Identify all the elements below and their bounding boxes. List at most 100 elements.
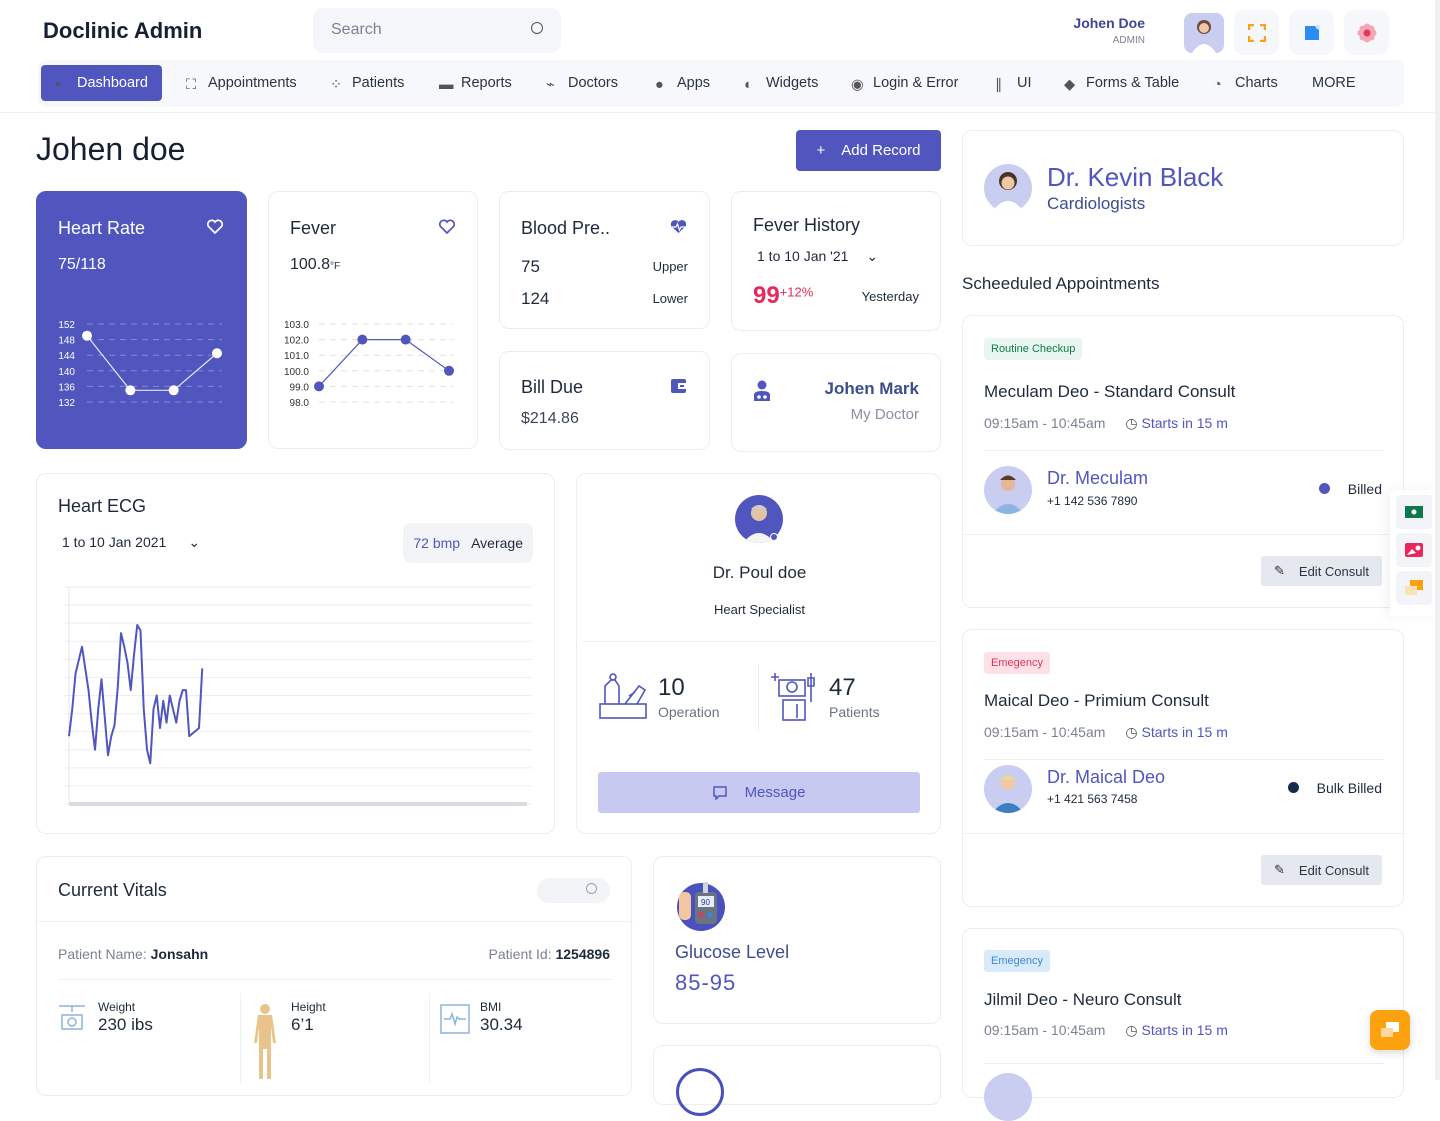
clock-icon: ◷ — [1125, 1022, 1138, 1038]
gallery-button[interactable] — [1396, 533, 1432, 567]
doctor-name[interactable]: Dr. Kevin Black — [1047, 162, 1223, 193]
nav-doctors[interactable]: ⌁ Doctors — [532, 65, 632, 101]
patients-icon: ⁘ — [330, 77, 343, 93]
my-doctor-card[interactable]: Johen Mark My Doctor — [731, 353, 941, 452]
nav-more[interactable]: MORE — [1298, 65, 1370, 101]
doctor-avatar — [984, 765, 1032, 813]
doctor-role: Cardiologists — [1047, 194, 1146, 213]
nav-reports[interactable]: ▬ Reports — [425, 65, 526, 101]
ecg-chart — [65, 586, 532, 806]
glucose-card: 90 Glucose Level 85-95 — [653, 856, 941, 1024]
doctor-icon — [754, 380, 770, 401]
my-doctor-label: My Doctor — [850, 406, 919, 423]
nav-dashboard[interactable]: ▪ Dashboard — [41, 65, 162, 101]
page-title: Johen doe — [36, 131, 186, 167]
nav-widgets[interactable]: ◐ Widgets — [730, 65, 832, 101]
edit-consult-button[interactable]: ✎ Edit Consult — [1261, 556, 1382, 586]
cash-button[interactable] — [1396, 495, 1432, 529]
nav-login-error[interactable]: ◉ Login & Error — [837, 65, 972, 101]
fever-history-title: Fever History — [753, 215, 861, 235]
nav-charts[interactable]: ◔ Charts — [1199, 65, 1292, 101]
widgets-icon: ◐ — [744, 77, 753, 93]
fever-history-value: 99+12% — [753, 282, 814, 309]
appointment-time: 09:15am - 10:45am ◷ Starts in 15 m — [984, 724, 1228, 740]
patients-count: 47 — [829, 674, 856, 701]
blood-pressure-card: Blood Pre.. 75 Upper 124 Lower — [499, 191, 710, 329]
appointment-phone: +1 142 536 7890 — [1047, 494, 1138, 508]
charts-icon: ◔ — [1213, 77, 1222, 93]
data-point — [314, 381, 324, 392]
heart-icon[interactable] — [207, 219, 223, 234]
divider — [963, 833, 1405, 834]
fever-history-range-select[interactable]: 1 to 10 Jan '21 ⌄ — [757, 248, 878, 265]
data-point — [212, 348, 222, 359]
weight-value: 230 ibs — [98, 1015, 153, 1034]
divider — [58, 979, 612, 980]
settings-button[interactable] — [1344, 10, 1389, 55]
heart-rate-chart: 152 148 144 140 136 132 — [58, 320, 222, 409]
divider — [240, 993, 241, 1083]
human-body-icon — [254, 1004, 276, 1079]
fullscreen-button[interactable] — [1234, 10, 1279, 55]
message-button[interactable]: Message — [598, 772, 920, 813]
data-point — [357, 334, 368, 345]
y-tick-label: 152 — [58, 320, 75, 331]
notification-button[interactable] — [1289, 10, 1334, 55]
vitals-title: Current Vitals — [58, 880, 167, 900]
x-axis-ticks — [69, 802, 527, 806]
pencil-icon: ✎ — [1274, 862, 1285, 877]
ecg-range-select[interactable]: 1 to 10 Jan 2021 ⌄ — [62, 534, 200, 551]
chat-panel-button[interactable] — [1396, 571, 1432, 605]
edit-consult-button[interactable]: ✎ Edit Consult — [1261, 855, 1382, 885]
status-dot — [1319, 483, 1330, 494]
nav-appointments[interactable]: ⛶ Appointments — [172, 65, 311, 101]
chat-fab-button[interactable] — [1370, 1010, 1410, 1050]
appointment-title[interactable]: Meculam Deo - Standard Consult — [984, 382, 1235, 402]
bill-due-amount: $214.86 — [521, 410, 579, 427]
my-doctor-name: Johen Mark — [824, 379, 919, 398]
heart-rate-card: Heart Rate 75/118 152 148 144 140 136 132 — [36, 191, 247, 449]
divider — [984, 450, 1384, 451]
main-nav: ▪ Dashboard ⛶ Appointments ⁘ Patients ▬ Repo… — [38, 60, 1404, 107]
y-tick-label: 132 — [58, 398, 75, 409]
search-icon[interactable] — [531, 22, 543, 34]
bill-due-title: Bill Due — [521, 377, 584, 397]
appointment-doctor[interactable]: Dr. Meculam — [1047, 468, 1148, 489]
plus-icon: + — [816, 142, 826, 159]
appointment-title[interactable]: Jilmil Deo - Neuro Consult — [984, 990, 1181, 1010]
divider — [984, 1063, 1384, 1064]
doctor-profile-card: Dr. Poul doe Heart Specialist 10 Operati… — [576, 473, 941, 834]
vitals-card-2 — [653, 1045, 941, 1116]
nav-apps[interactable]: ● Apps — [641, 65, 724, 101]
height-value: 6’1 — [291, 1015, 314, 1034]
y-tick-label: 144 — [58, 351, 75, 362]
user-info[interactable]: Johen Doe ADMIN — [1073, 15, 1145, 46]
user-avatar[interactable] — [1184, 13, 1224, 53]
vitals-search-input[interactable] — [537, 878, 610, 903]
brand-logo[interactable]: Doclinic Admin — [43, 18, 202, 44]
appointment-title[interactable]: Maical Deo - Primium Consult — [984, 691, 1209, 711]
scheduled-appointments-title: Scheeduled Appointments — [962, 274, 1160, 293]
cash-icon — [1405, 506, 1423, 518]
data-point — [444, 365, 454, 376]
search-icon[interactable] — [586, 883, 597, 894]
add-record-button[interactable]: + Add Record — [796, 130, 941, 171]
nav-patients[interactable]: ⁘ Patients — [316, 65, 418, 101]
fever-card: Fever 100.8°F 103.0 102.0 101.0 100.0 99.0 98… — [268, 191, 478, 449]
doctor-avatar — [984, 1073, 1032, 1121]
data-point — [125, 385, 136, 396]
heart-icon[interactable] — [439, 219, 455, 234]
nav-ui[interactable]: ∥ UI — [981, 65, 1046, 101]
page-scrollbar[interactable] — [1435, 0, 1440, 1080]
doctor-avatar — [984, 466, 1032, 514]
y-tick-label: 140 — [58, 367, 75, 378]
ui-icon: ∥ — [995, 77, 1003, 93]
search-input[interactable]: Search — [313, 8, 561, 53]
bmi-monitor-icon — [440, 1004, 470, 1034]
appointment-card: Emegency Maical Deo - Primium Consult 09… — [962, 629, 1405, 907]
dashboard-icon: ▪ — [55, 77, 61, 93]
appointment-doctor[interactable]: Dr. Maical Deo — [1047, 767, 1165, 788]
nav-forms-table[interactable]: ◆ Forms & Table — [1050, 65, 1193, 101]
chevron-down-icon: ⌄ — [188, 534, 201, 550]
fullscreen-icon — [1247, 23, 1266, 42]
